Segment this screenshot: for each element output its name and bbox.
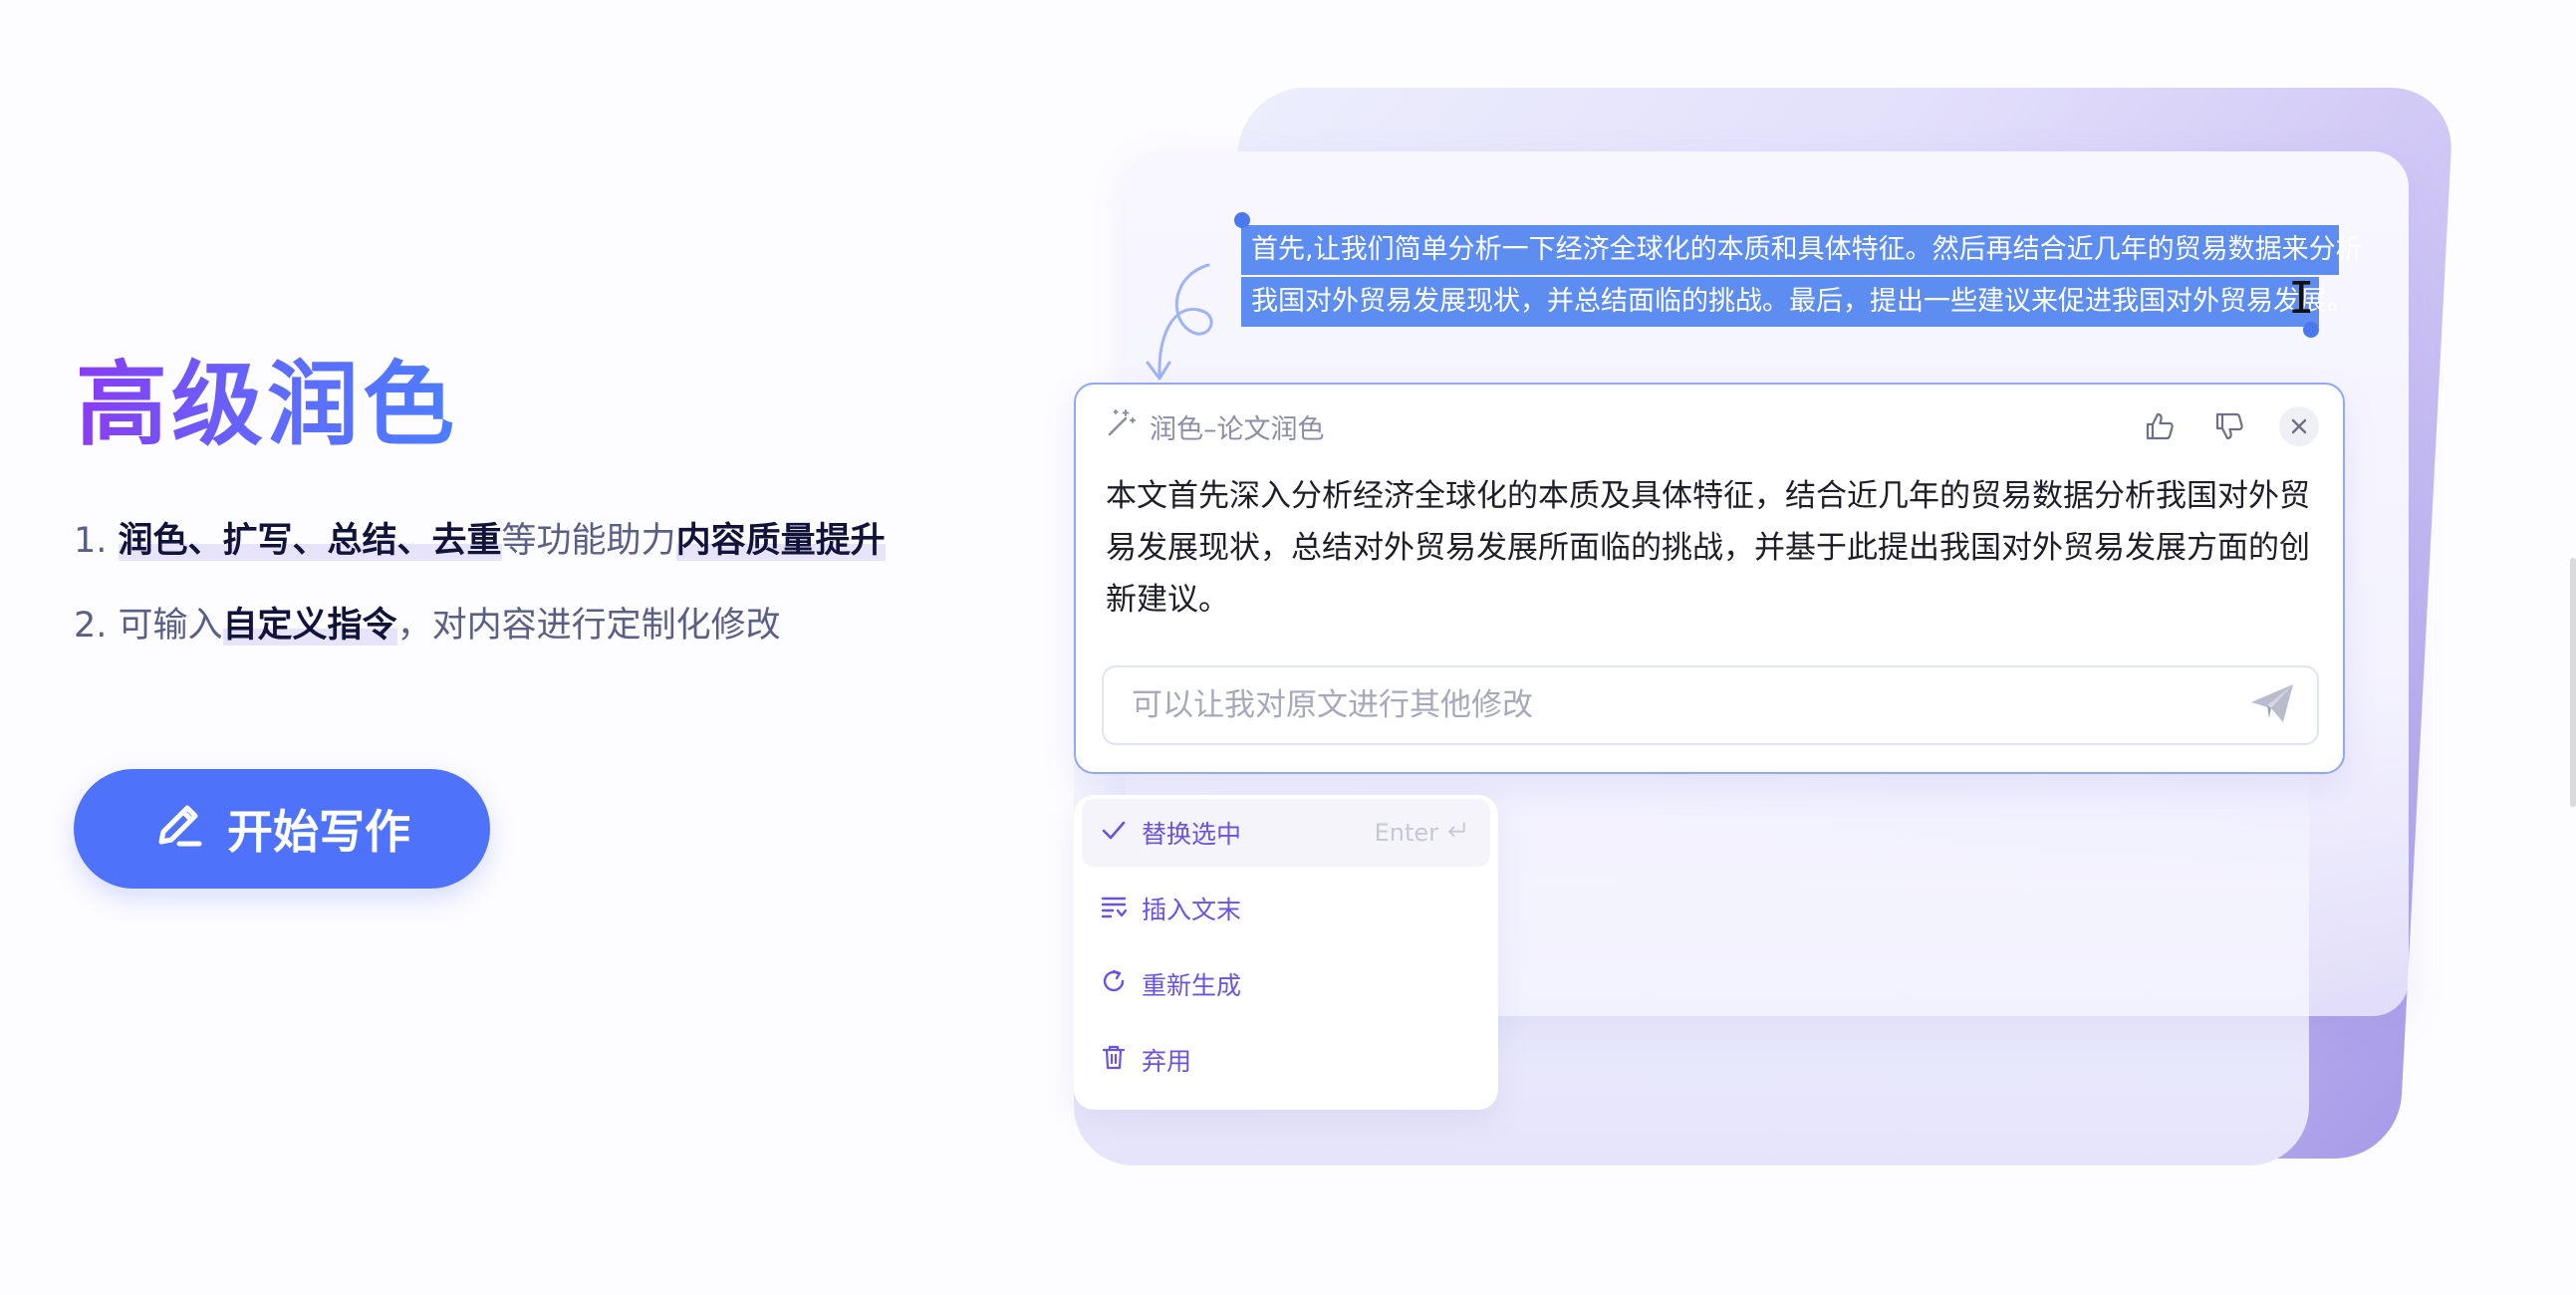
feature-index: 1.: [74, 521, 119, 561]
menu-item-discard[interactable]: 弃用: [1082, 1026, 1490, 1094]
enter-key-icon: [1444, 818, 1468, 848]
hero-left-panel: 高级润色 1. 润色、扩写、总结、去重等功能助力内容质量提升 2. 可输入自定义…: [0, 0, 996, 1295]
instruction-input-box[interactable]: [1102, 665, 2319, 745]
polish-dialog: 润色–论文润色 本文首先深入分析经济全球化的本质及具体特征，结合近几年的贸易数据…: [1074, 383, 2345, 774]
menu-item-label: 插入文末: [1142, 896, 1242, 924]
trash-icon: [1100, 1043, 1128, 1077]
magic-wand-icon: [1104, 406, 1138, 447]
start-writing-label: 开始写作: [227, 805, 410, 859]
text-cursor-icon: I: [2288, 273, 2315, 324]
selection-end-handle[interactable]: [2303, 322, 2319, 338]
menu-item-insert-end[interactable]: 插入文末: [1082, 875, 1490, 942]
dialog-actions: [2140, 406, 2319, 446]
start-writing-button[interactable]: 开始写作: [74, 769, 490, 889]
thumbs-up-icon[interactable]: [2140, 406, 2180, 446]
polished-result-text: 本文首先深入分析经济全球化的本质及具体特征，结合近几年的贸易数据分析我国对外贸易…: [1106, 478, 2310, 618]
menu-item-label: 弃用: [1142, 1047, 1192, 1076]
pencil-icon: [153, 798, 205, 861]
selected-text[interactable]: 首先,让我们简单分析一下经济全球化的本质和具体特征。然后再结合近几年的贸易数据来…: [1241, 223, 2363, 329]
feature-highlight: 内容质量提升: [675, 521, 886, 561]
refresh-icon: [1100, 967, 1128, 1001]
menu-item-shortcut: Enter: [1375, 818, 1468, 848]
selected-text-line: 首先,让我们简单分析一下经济全球化的本质和具体特征。然后再结合近几年的贸易数据来…: [1241, 225, 2363, 275]
dialog-title-text: 润色–论文润色: [1150, 413, 1325, 445]
feature-item-1: 1. 润色、扩写、总结、去重等功能助力内容质量提升: [74, 515, 886, 567]
menu-item-label: 替换选中: [1142, 820, 1242, 849]
send-icon[interactable]: [2247, 678, 2297, 732]
feature-index: 2.: [74, 606, 119, 646]
curl-arrow-icon: [1146, 263, 1213, 381]
selected-text-line: 我国对外贸易发展现状，并总结面临的挑战。最后，提出一些建议来促进我国对外贸易发展…: [1241, 277, 2354, 327]
menu-item-regenerate[interactable]: 重新生成: [1082, 950, 1490, 1018]
feature-heading: 高级润色: [76, 352, 459, 458]
dialog-title: 润色–论文润色: [1104, 406, 1325, 446]
instruction-input[interactable]: [1130, 686, 2247, 724]
feature-text: ，对内容进行定制化修改: [396, 606, 781, 646]
menu-item-replace-selection[interactable]: 替换选中 Enter: [1082, 799, 1490, 867]
check-icon: [1100, 816, 1128, 850]
shortcut-label: Enter: [1374, 819, 1438, 847]
action-menu: 替换选中 Enter 插入文末 重新生成 弃用: [1074, 795, 1498, 1110]
feature-text: 可输入: [118, 606, 223, 646]
feature-text: 等功能助力: [501, 521, 676, 561]
feature-item-2: 2. 可输入自定义指令，对内容进行定制化修改: [74, 600, 781, 651]
menu-item-label: 重新生成: [1142, 971, 1242, 1000]
feature-highlight: 润色、扩写、总结、去重: [118, 521, 502, 561]
thumbs-down-icon[interactable]: [2209, 406, 2249, 446]
selection-start-handle[interactable]: [1234, 212, 1250, 228]
feature-highlight: 自定义指令: [222, 606, 397, 646]
insert-lines-icon: [1100, 892, 1128, 925]
close-icon[interactable]: [2279, 406, 2319, 446]
scrollbar[interactable]: [2570, 558, 2576, 807]
